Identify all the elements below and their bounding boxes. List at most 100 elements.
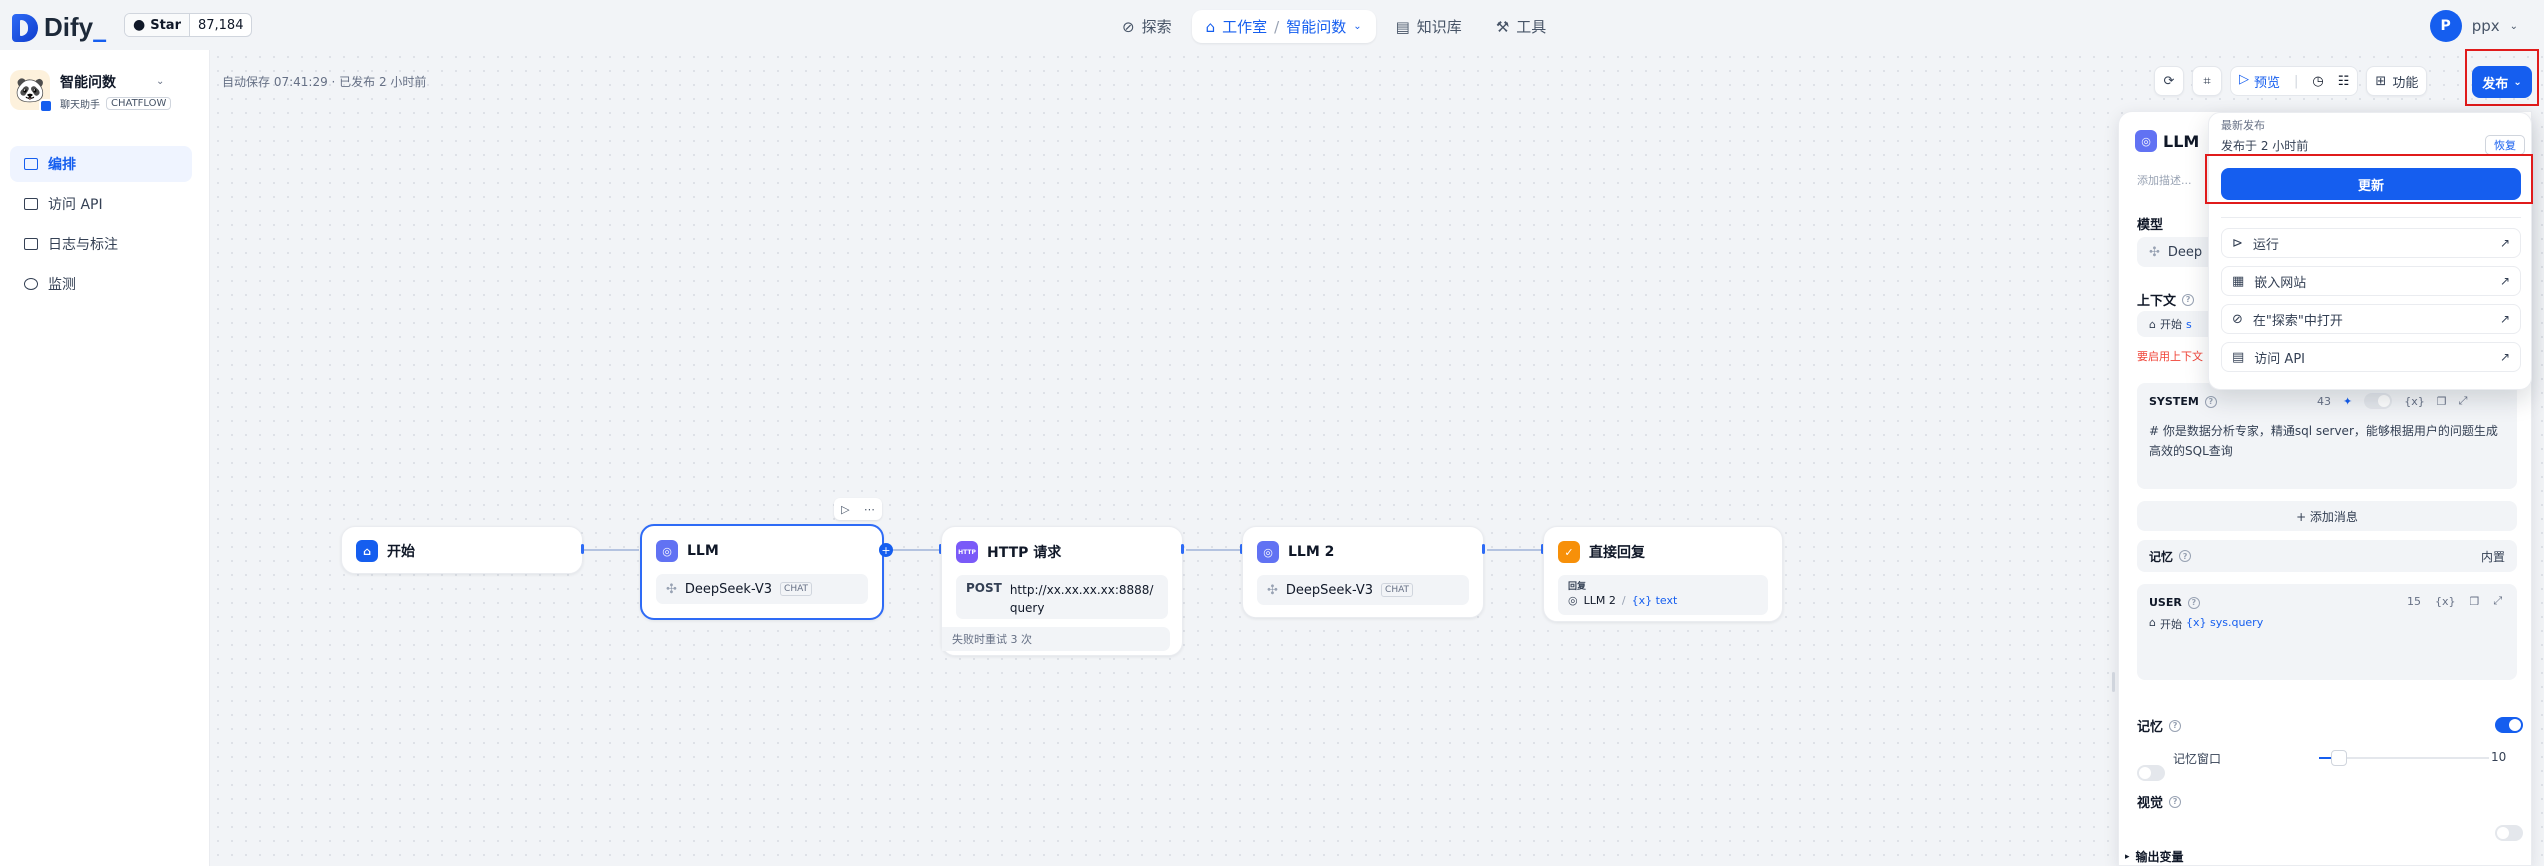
autosave-status: 自动保存 07:41:29 · 已发布 2 小时前 (222, 75, 427, 89)
menu-api[interactable]: ▤ 访问 API ↗ (2221, 342, 2521, 372)
help-icon: ? (2182, 293, 2195, 306)
sidebar-item-api[interactable]: 访问 API (10, 186, 192, 222)
sidebar-item-orchestrate[interactable]: 编排 (10, 146, 192, 182)
node-llm[interactable]: ◎ LLM ✣ DeepSeek-V3 CHAT (640, 524, 884, 620)
play-icon[interactable]: ▷ (841, 503, 849, 516)
system-prompt[interactable]: SYSTEM? 43 ✦ {x} ❐ ⤢ # 你是数据分析专家，精通sql se… (2137, 383, 2517, 489)
nav-explore[interactable]: ⊘ 探索 (1108, 10, 1186, 43)
user-menu[interactable]: P ppx ⌄ (2429, 10, 2518, 42)
sidebar-item-logs[interactable]: 日志与标注 (10, 226, 192, 262)
arrow-up-right-icon: ↗ (2499, 274, 2510, 288)
compass-icon: ⊘ (1122, 17, 1135, 36)
node-start[interactable]: ⌂ 开始 (341, 526, 583, 574)
github-star-button[interactable]: ● Star 87,184 (124, 13, 253, 37)
published-time: 发布于 2 小时前 (2221, 139, 2309, 153)
expand-icon[interactable]: ⤢ (2493, 594, 2502, 608)
edge[interactable] (1186, 549, 1242, 551)
panel-resize-handle[interactable] (2112, 672, 2115, 692)
arrow-up-right-icon: ↗ (2499, 236, 2510, 250)
node-port[interactable] (1482, 544, 1485, 554)
github-star-count: 87,184 (197, 17, 244, 33)
variable-icon: ⌗ (2203, 73, 2211, 89)
chevron-down-icon: ⌄ (1353, 21, 1362, 32)
model-icon: ✣ (1267, 582, 1278, 598)
book-icon: ▤ (1395, 17, 1410, 36)
checklist-icon[interactable]: ☷ (2338, 74, 2350, 89)
brand-name: Dify (44, 12, 94, 42)
nav-studio[interactable]: ⌂ 工作室 / 智能问数 ⌄ (1191, 10, 1376, 43)
nav-knowledge[interactable]: ▤ 知识库 (1382, 10, 1476, 43)
variable-icon[interactable]: {x} (2435, 595, 2456, 608)
home-icon: ⌂ (2149, 317, 2156, 331)
copy-icon[interactable]: ❐ (2470, 595, 2480, 608)
node-port[interactable] (581, 544, 584, 554)
jinja-toggle[interactable] (2364, 393, 2393, 409)
copy-icon[interactable]: ❐ (2437, 395, 2447, 408)
node-actions: ▷ ⋯ (834, 498, 882, 520)
vision-toggle[interactable] (2495, 825, 2523, 841)
chevron-right-icon: ▸ (2125, 851, 2130, 862)
user-name: ppx (2471, 17, 2500, 35)
preview-button[interactable]: ▷ 预览 (2239, 72, 2280, 91)
edge[interactable] (583, 549, 639, 551)
history-icon[interactable]: ◷ (2312, 74, 2323, 89)
chevron-down-icon[interactable]: ⌄ (156, 76, 164, 87)
memory-window-toggle[interactable] (2137, 765, 2165, 781)
llm-icon: ◎ (656, 540, 678, 562)
memory-toggle[interactable] (2495, 717, 2523, 733)
menu-embed[interactable]: ▦ 嵌入网站 ↗ (2221, 266, 2521, 296)
variables-button[interactable]: ⌗ (2192, 66, 2222, 96)
hammer-icon: ⚒ (1495, 17, 1510, 36)
node-llm2[interactable]: ◎ LLM 2 ✣ DeepSeek-V3 CHAT (1242, 526, 1484, 618)
current-app-crumb[interactable]: 智能问数 (1286, 16, 1346, 37)
highlight-box (2205, 154, 2533, 204)
help-icon: ? (2204, 395, 2217, 408)
sidebar-menu: 编排 访问 API 日志与标注 监测 (10, 146, 192, 306)
home-icon: ⌂ (356, 540, 378, 562)
sidebar: 🐼 智能问数 ⌄ 聊天助手 CHATFLOW 编排 访问 API 日志与标注 监… (0, 50, 210, 866)
expand-icon[interactable]: ⤢ (2459, 394, 2468, 408)
github-icon: ● (133, 17, 146, 33)
slider-handle[interactable] (2331, 750, 2347, 766)
add-node-icon[interactable]: + (879, 543, 893, 557)
restore-button[interactable]: 恢复 (2485, 135, 2525, 155)
add-message-button[interactable]: + 添加消息 (2137, 501, 2517, 531)
document-icon (24, 238, 38, 250)
menu-open-explore[interactable]: ⊘ 在"探索"中打开 ↗ (2221, 304, 2521, 334)
http-icon: HTTP (956, 541, 978, 563)
app-name: 智能问数 (60, 75, 116, 91)
robot-icon: ⌂ (1205, 17, 1216, 36)
reply-icon: ✓ (1558, 541, 1580, 563)
model-icon: ✣ (2149, 244, 2160, 260)
env-button[interactable]: ⟳ (2154, 66, 2184, 96)
document-icon: ▤ (2232, 349, 2245, 365)
more-icon[interactable]: ⋯ (864, 503, 875, 516)
menu-run[interactable]: ⊳ 运行 ↗ (2221, 228, 2521, 258)
sparkle-icon[interactable]: ✦ (2343, 395, 2352, 408)
avatar: P (2429, 10, 2462, 42)
context-warning: 要启用上下文 (2137, 350, 2203, 363)
features-button[interactable]: ⊞ 功能 (2366, 66, 2428, 96)
user-prompt[interactable]: USER? 15 {x} ❐ ⤢ ⌂ 开始 {x} sys.query (2137, 584, 2517, 680)
node-http[interactable]: HTTP HTTP 请求 POST http://xx.xx.xx.xx:8888… (941, 526, 1183, 656)
node-answer[interactable]: ✓ 直接回复 回复 ◎ LLM 2 / {x} text (1543, 526, 1783, 622)
latest-publish-label: 最新发布 (2221, 119, 2265, 132)
highlight-box (2465, 49, 2539, 106)
llm-icon: ◎ (1568, 594, 1578, 607)
edge[interactable] (886, 549, 942, 551)
node-port[interactable] (1181, 544, 1184, 554)
description-input[interactable]: 添加描述... (2137, 172, 2192, 188)
gauge-icon (24, 278, 38, 290)
grid-icon: ⊞ (2375, 73, 2387, 89)
sidebar-item-monitor[interactable]: 监测 (10, 266, 192, 302)
llm-icon: ◎ (1257, 541, 1279, 563)
app-info[interactable]: 🐼 智能问数 ⌄ 聊天助手 CHATFLOW (10, 70, 172, 113)
dify-logo[interactable]: Dify _ (12, 12, 106, 43)
edge[interactable] (1487, 549, 1543, 551)
system-prompt-text[interactable]: # 你是数据分析专家，精通sql server，能够根据用户的问题生成高效的SQ… (2149, 421, 2505, 461)
top-bar: Dify _ ● Star 87,184 ⊘ 探索 ⌂ 工作室 / 智能问数 ⌄ ▤… (0, 0, 2544, 50)
nav-tools[interactable]: ⚒ 工具 (1482, 10, 1560, 43)
model-selector: ✣ DeepSeek-V3 CHAT (1257, 575, 1469, 605)
variable-icon[interactable]: {x} (2404, 395, 2425, 408)
canvas-toolbar: ⟳ ⌗ ▷ 预览 | ◷ ☷ ⊞ 功能 (2154, 66, 2428, 96)
